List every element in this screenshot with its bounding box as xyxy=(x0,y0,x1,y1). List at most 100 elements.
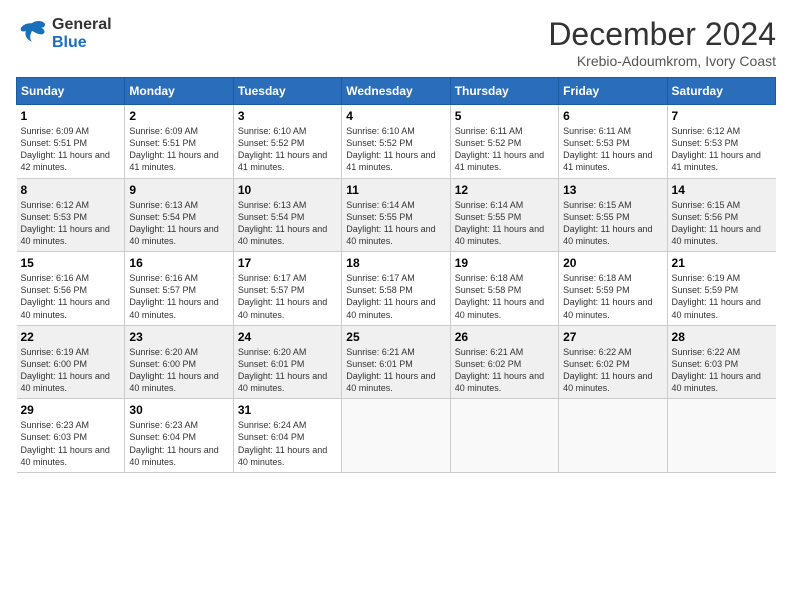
table-cell: 1 Sunrise: 6:09 AMSunset: 5:51 PMDayligh… xyxy=(17,105,125,179)
day-info: Sunrise: 6:14 AMSunset: 5:55 PMDaylight:… xyxy=(346,199,445,248)
day-number: 16 xyxy=(129,256,228,270)
table-cell: 14 Sunrise: 6:15 AMSunset: 5:56 PMDaylig… xyxy=(667,178,775,252)
col-saturday: Saturday xyxy=(667,78,775,105)
day-info: Sunrise: 6:23 AMSunset: 6:04 PMDaylight:… xyxy=(129,419,228,468)
day-info: Sunrise: 6:10 AMSunset: 5:52 PMDaylight:… xyxy=(238,125,337,174)
day-info: Sunrise: 6:18 AMSunset: 5:59 PMDaylight:… xyxy=(563,272,662,321)
title-block: December 2024 Krebio-Adoumkrom, Ivory Co… xyxy=(548,16,776,69)
day-number: 19 xyxy=(455,256,554,270)
calendar-header-row: Sunday Monday Tuesday Wednesday Thursday… xyxy=(17,78,776,105)
col-monday: Monday xyxy=(125,78,233,105)
day-number: 8 xyxy=(21,183,121,197)
table-cell: 27 Sunrise: 6:22 AMSunset: 6:02 PMDaylig… xyxy=(559,325,667,399)
day-number: 13 xyxy=(563,183,662,197)
day-info: Sunrise: 6:23 AMSunset: 6:03 PMDaylight:… xyxy=(21,419,121,468)
day-number: 23 xyxy=(129,330,228,344)
day-info: Sunrise: 6:20 AMSunset: 6:00 PMDaylight:… xyxy=(129,346,228,395)
day-info: Sunrise: 6:14 AMSunset: 5:55 PMDaylight:… xyxy=(455,199,554,248)
day-info: Sunrise: 6:22 AMSunset: 6:02 PMDaylight:… xyxy=(563,346,662,395)
day-number: 1 xyxy=(21,109,121,123)
calendar-week-row: 29 Sunrise: 6:23 AMSunset: 6:03 PMDaylig… xyxy=(17,399,776,473)
table-cell: 23 Sunrise: 6:20 AMSunset: 6:00 PMDaylig… xyxy=(125,325,233,399)
day-number: 25 xyxy=(346,330,445,344)
day-number: 31 xyxy=(238,403,337,417)
table-cell: 6 Sunrise: 6:11 AMSunset: 5:53 PMDayligh… xyxy=(559,105,667,179)
day-number: 29 xyxy=(21,403,121,417)
day-number: 3 xyxy=(238,109,337,123)
day-info: Sunrise: 6:21 AMSunset: 6:01 PMDaylight:… xyxy=(346,346,445,395)
table-cell: 7 Sunrise: 6:12 AMSunset: 5:53 PMDayligh… xyxy=(667,105,775,179)
day-number: 5 xyxy=(455,109,554,123)
day-info: Sunrise: 6:17 AMSunset: 5:57 PMDaylight:… xyxy=(238,272,337,321)
table-cell: 3 Sunrise: 6:10 AMSunset: 5:52 PMDayligh… xyxy=(233,105,341,179)
day-number: 14 xyxy=(672,183,772,197)
table-cell: 13 Sunrise: 6:15 AMSunset: 5:55 PMDaylig… xyxy=(559,178,667,252)
day-info: Sunrise: 6:11 AMSunset: 5:53 PMDaylight:… xyxy=(563,125,662,174)
col-friday: Friday xyxy=(559,78,667,105)
day-number: 12 xyxy=(455,183,554,197)
day-number: 26 xyxy=(455,330,554,344)
table-cell: 5 Sunrise: 6:11 AMSunset: 5:52 PMDayligh… xyxy=(450,105,558,179)
day-number: 24 xyxy=(238,330,337,344)
day-info: Sunrise: 6:09 AMSunset: 5:51 PMDaylight:… xyxy=(21,125,121,174)
day-info: Sunrise: 6:16 AMSunset: 5:57 PMDaylight:… xyxy=(129,272,228,321)
day-number: 9 xyxy=(129,183,228,197)
day-info: Sunrise: 6:21 AMSunset: 6:02 PMDaylight:… xyxy=(455,346,554,395)
table-cell xyxy=(559,399,667,473)
day-number: 22 xyxy=(21,330,121,344)
table-cell: 20 Sunrise: 6:18 AMSunset: 5:59 PMDaylig… xyxy=(559,252,667,326)
day-info: Sunrise: 6:13 AMSunset: 5:54 PMDaylight:… xyxy=(238,199,337,248)
table-cell: 15 Sunrise: 6:16 AMSunset: 5:56 PMDaylig… xyxy=(17,252,125,326)
day-number: 21 xyxy=(672,256,772,270)
table-cell: 26 Sunrise: 6:21 AMSunset: 6:02 PMDaylig… xyxy=(450,325,558,399)
calendar-title: December 2024 xyxy=(548,16,776,53)
table-cell: 10 Sunrise: 6:13 AMSunset: 5:54 PMDaylig… xyxy=(233,178,341,252)
day-info: Sunrise: 6:24 AMSunset: 6:04 PMDaylight:… xyxy=(238,419,337,468)
table-cell: 11 Sunrise: 6:14 AMSunset: 5:55 PMDaylig… xyxy=(342,178,450,252)
day-info: Sunrise: 6:20 AMSunset: 6:01 PMDaylight:… xyxy=(238,346,337,395)
table-cell: 12 Sunrise: 6:14 AMSunset: 5:55 PMDaylig… xyxy=(450,178,558,252)
table-cell: 19 Sunrise: 6:18 AMSunset: 5:58 PMDaylig… xyxy=(450,252,558,326)
day-info: Sunrise: 6:12 AMSunset: 5:53 PMDaylight:… xyxy=(672,125,772,174)
day-number: 11 xyxy=(346,183,445,197)
day-info: Sunrise: 6:13 AMSunset: 5:54 PMDaylight:… xyxy=(129,199,228,248)
table-cell: 17 Sunrise: 6:17 AMSunset: 5:57 PMDaylig… xyxy=(233,252,341,326)
day-info: Sunrise: 6:18 AMSunset: 5:58 PMDaylight:… xyxy=(455,272,554,321)
table-cell xyxy=(450,399,558,473)
table-cell: 22 Sunrise: 6:19 AMSunset: 6:00 PMDaylig… xyxy=(17,325,125,399)
day-number: 4 xyxy=(346,109,445,123)
table-cell: 30 Sunrise: 6:23 AMSunset: 6:04 PMDaylig… xyxy=(125,399,233,473)
table-cell: 4 Sunrise: 6:10 AMSunset: 5:52 PMDayligh… xyxy=(342,105,450,179)
table-cell: 28 Sunrise: 6:22 AMSunset: 6:03 PMDaylig… xyxy=(667,325,775,399)
calendar-subtitle: Krebio-Adoumkrom, Ivory Coast xyxy=(548,53,776,69)
day-number: 18 xyxy=(346,256,445,270)
col-sunday: Sunday xyxy=(17,78,125,105)
day-number: 17 xyxy=(238,256,337,270)
calendar-week-row: 15 Sunrise: 6:16 AMSunset: 5:56 PMDaylig… xyxy=(17,252,776,326)
day-number: 15 xyxy=(21,256,121,270)
day-info: Sunrise: 6:17 AMSunset: 5:58 PMDaylight:… xyxy=(346,272,445,321)
table-cell: 24 Sunrise: 6:20 AMSunset: 6:01 PMDaylig… xyxy=(233,325,341,399)
day-info: Sunrise: 6:16 AMSunset: 5:56 PMDaylight:… xyxy=(21,272,121,321)
table-cell: 31 Sunrise: 6:24 AMSunset: 6:04 PMDaylig… xyxy=(233,399,341,473)
day-number: 28 xyxy=(672,330,772,344)
table-cell xyxy=(667,399,775,473)
table-cell: 18 Sunrise: 6:17 AMSunset: 5:58 PMDaylig… xyxy=(342,252,450,326)
table-cell: 2 Sunrise: 6:09 AMSunset: 5:51 PMDayligh… xyxy=(125,105,233,179)
logo: General Blue xyxy=(16,16,112,52)
day-number: 6 xyxy=(563,109,662,123)
day-info: Sunrise: 6:15 AMSunset: 5:55 PMDaylight:… xyxy=(563,199,662,248)
table-cell: 21 Sunrise: 6:19 AMSunset: 5:59 PMDaylig… xyxy=(667,252,775,326)
day-info: Sunrise: 6:11 AMSunset: 5:52 PMDaylight:… xyxy=(455,125,554,174)
day-number: 10 xyxy=(238,183,337,197)
day-info: Sunrise: 6:15 AMSunset: 5:56 PMDaylight:… xyxy=(672,199,772,248)
col-tuesday: Tuesday xyxy=(233,78,341,105)
day-number: 30 xyxy=(129,403,228,417)
table-cell: 29 Sunrise: 6:23 AMSunset: 6:03 PMDaylig… xyxy=(17,399,125,473)
calendar-table: Sunday Monday Tuesday Wednesday Thursday… xyxy=(16,77,776,473)
table-cell: 25 Sunrise: 6:21 AMSunset: 6:01 PMDaylig… xyxy=(342,325,450,399)
calendar-week-row: 1 Sunrise: 6:09 AMSunset: 5:51 PMDayligh… xyxy=(17,105,776,179)
col-thursday: Thursday xyxy=(450,78,558,105)
page-header: General Blue December 2024 Krebio-Adoumk… xyxy=(16,16,776,69)
day-info: Sunrise: 6:10 AMSunset: 5:52 PMDaylight:… xyxy=(346,125,445,174)
